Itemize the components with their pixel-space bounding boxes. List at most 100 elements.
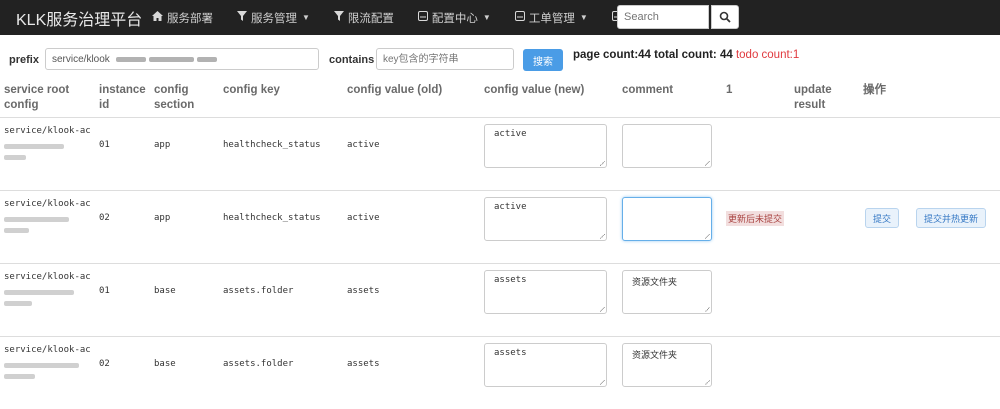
actions-cell (859, 337, 1000, 409)
instance-id: 01 (95, 264, 150, 337)
status-cell: 更新后未提交 (722, 191, 790, 264)
column-header: instance id (95, 79, 150, 118)
column-header: comment (618, 79, 722, 118)
brand-title[interactable]: KLK服务治理平台 (0, 6, 128, 30)
filter-icon (237, 11, 247, 24)
search-button[interactable]: 搜索 (523, 49, 563, 71)
config-value-new-cell: active (480, 118, 618, 191)
comment-cell: 资源文件夹 (618, 264, 722, 337)
nav-item-label: 限流配置 (348, 10, 394, 26)
contains-label: contains (329, 54, 374, 66)
nav-item-1[interactable]: 服务管理 ▼ (237, 10, 310, 26)
config-section: base (150, 264, 219, 337)
instance-id: 02 (95, 191, 150, 264)
column-header: config section (150, 79, 219, 118)
config-value-new-textarea[interactable]: active (484, 124, 607, 168)
search-icon (719, 11, 731, 23)
prefix-value: service/klook (52, 54, 110, 65)
status-cell (722, 337, 790, 409)
submit-hot-update-button[interactable]: 提交并热更新 (916, 208, 986, 228)
nav-item-0[interactable]: 服务部署 (152, 10, 213, 26)
config-table: service root configinstance idconfig sec… (0, 79, 1000, 409)
window-icon (515, 11, 525, 24)
contains-input[interactable] (376, 48, 514, 70)
column-header: 操作 (859, 79, 1000, 118)
column-header: update result (790, 79, 859, 118)
table-row: service/klook-ac01apphealthcheck_statusa… (0, 118, 1000, 191)
config-key: assets.folder (219, 264, 343, 337)
config-section: base (150, 337, 219, 409)
column-header: service root config (0, 79, 95, 118)
config-value-new-cell: active (480, 191, 618, 264)
comment-textarea[interactable]: 资源文件夹 (622, 270, 712, 314)
instance-id: 02 (95, 337, 150, 409)
column-header: config key (219, 79, 343, 118)
config-value-old: active (343, 118, 480, 191)
submit-button[interactable]: 提交 (865, 208, 899, 228)
status-badge: 更新后未提交 (726, 211, 784, 226)
update-result-cell (790, 118, 859, 191)
comment-cell: 资源文件夹 (618, 337, 722, 409)
status-cell (722, 118, 790, 191)
column-header: config value (new) (480, 79, 618, 118)
count-summary: page count:44 total count: 44 todo count… (573, 49, 799, 61)
service-cell: service/klook-ac (0, 191, 95, 264)
top-navbar: KLK服务治理平台 服务部署服务管理▼限流配置配置中心▼工单管理▼SQL工具▼ (0, 0, 1000, 35)
config-value-old: assets (343, 264, 480, 337)
instance-id: 01 (95, 118, 150, 191)
caret-down-icon: ▼ (483, 13, 491, 22)
service-cell: service/klook-ac (0, 118, 95, 191)
service-root: service/klook-ac (4, 124, 91, 138)
home-icon (152, 11, 163, 24)
actions-cell: 提交提交并热更新 (859, 191, 1000, 264)
config-value-new-textarea[interactable]: assets (484, 343, 607, 387)
comment-textarea[interactable]: 资源文件夹 (622, 343, 712, 387)
config-key: healthcheck_status (219, 118, 343, 191)
service-root: service/klook-ac (4, 197, 91, 211)
actions-cell (859, 264, 1000, 337)
column-header: config value (old) (343, 79, 480, 118)
caret-down-icon: ▼ (580, 13, 588, 22)
update-result-cell (790, 191, 859, 264)
nav-item-label: 服务管理 (251, 10, 297, 26)
service-root: service/klook-ac (4, 270, 91, 284)
service-cell: service/klook-ac (0, 264, 95, 337)
nav-item-2[interactable]: 限流配置 (334, 10, 394, 26)
comment-cell (618, 118, 722, 191)
prefix-input[interactable]: service/klook (45, 48, 319, 70)
nav-item-label: 服务部署 (167, 10, 213, 26)
filter-bar: prefix service/klook contains 搜索 page co… (0, 35, 1000, 79)
config-value-old: active (343, 191, 480, 264)
nav-item-label: 工单管理 (529, 10, 575, 26)
update-result-cell (790, 264, 859, 337)
nav-search-input[interactable] (617, 5, 709, 29)
caret-down-icon: ▼ (302, 13, 310, 22)
filter-icon (334, 11, 344, 24)
service-cell: service/klook-ac (0, 337, 95, 409)
table-header-row: service root configinstance idconfig sec… (0, 79, 1000, 118)
status-cell (722, 264, 790, 337)
config-value-new-cell: assets (480, 264, 618, 337)
table-row: service/klook-ac02baseassets.folderasset… (0, 337, 1000, 409)
prefix-label: prefix (9, 54, 39, 66)
table-row: service/klook-ac01baseassets.folderasset… (0, 264, 1000, 337)
config-key: assets.folder (219, 337, 343, 409)
actions-cell (859, 118, 1000, 191)
nav-search-button[interactable] (711, 5, 739, 29)
todo-count: todo count:1 (736, 49, 799, 61)
config-value-new-cell: assets (480, 337, 618, 409)
comment-textarea[interactable] (622, 197, 712, 241)
nav-item-3[interactable]: 配置中心 ▼ (418, 10, 491, 26)
config-value-new-textarea[interactable]: assets (484, 270, 607, 314)
column-header: 1 (722, 79, 790, 118)
comment-cell (618, 191, 722, 264)
config-key: healthcheck_status (219, 191, 343, 264)
page-total-count: page count:44 total count: 44 (573, 49, 733, 61)
config-value-old: assets (343, 337, 480, 409)
config-section: app (150, 118, 219, 191)
update-result-cell (790, 337, 859, 409)
nav-item-4[interactable]: 工单管理 ▼ (515, 10, 588, 26)
nav-item-label: 配置中心 (432, 10, 478, 26)
config-value-new-textarea[interactable]: active (484, 197, 607, 241)
comment-textarea[interactable] (622, 124, 712, 168)
